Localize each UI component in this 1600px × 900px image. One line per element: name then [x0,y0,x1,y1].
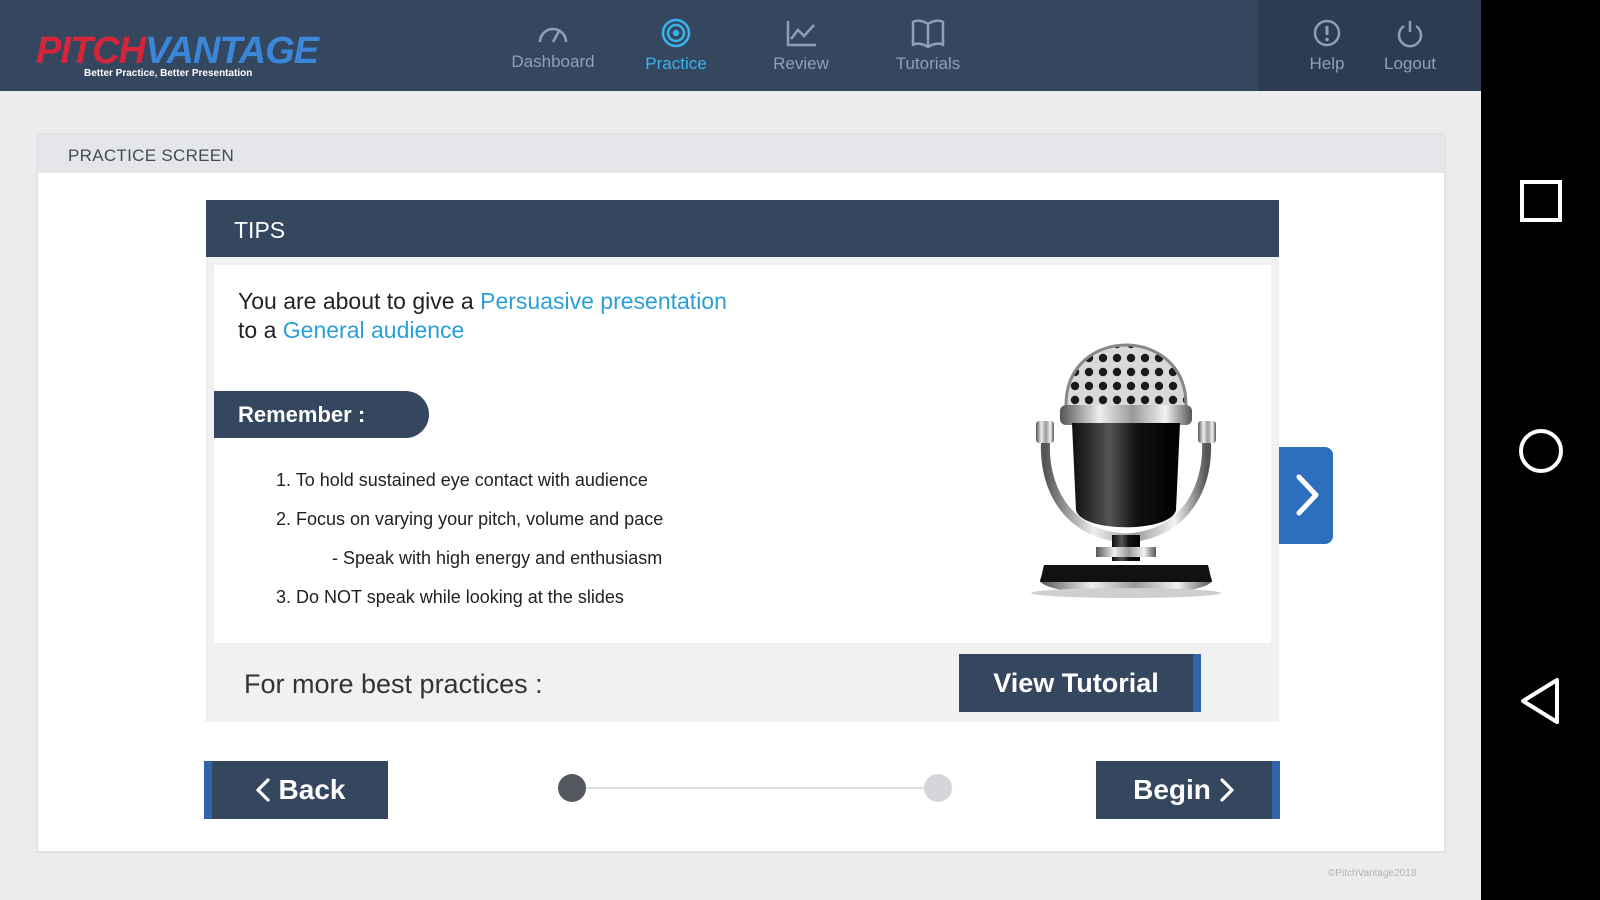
line-chart-icon [786,21,816,47]
back-triangle-icon [1521,678,1559,724]
gauge-icon [538,27,568,43]
logo-word-vantage: VANTAGE [145,30,319,72]
list-subitem: - Speak with high energy and enthusiasm [332,548,663,568]
view-tutorial-button[interactable]: View Tutorial [959,654,1201,712]
chevron-right-icon [1220,778,1234,802]
target-icon [661,18,691,48]
nav-review-label: Review [773,54,829,73]
system-back-button[interactable] [1513,673,1569,729]
top-navigation-bar: PITCHVANTAGE Better Practice, Better Pre… [0,0,1481,91]
chevron-left-icon [255,778,270,802]
nav-logout[interactable]: Logout [1355,18,1465,82]
recents-square-icon [1520,180,1562,222]
tips-list: 1. To hold sustained eye contact with au… [276,470,663,626]
nav-dashboard[interactable]: Dashboard [498,18,608,82]
list-item: 1. To hold sustained eye contact with au… [276,470,648,490]
tips-panel: You are about to give a Persuasive prese… [206,257,1279,722]
recents-button[interactable] [1513,173,1569,229]
card-header: PRACTICE SCREEN [38,135,1444,173]
presentation-intro: You are about to give a Persuasive prese… [238,287,727,345]
pitchvantage-logo[interactable]: PITCHVANTAGE Better Practice, Better Pre… [36,12,319,84]
back-button-content: Back [212,761,388,819]
app-window: PITCHVANTAGE Better Practice, Better Pre… [0,0,1481,900]
begin-button-content: Begin [1096,761,1272,819]
tips-header: TIPS [206,200,1279,257]
home-button[interactable] [1513,423,1569,479]
step-progress-track [572,787,938,789]
logo-word-pitch: PITCH [36,30,146,72]
more-practices-label: For more best practices : [244,669,543,699]
logo-wordmark: PITCHVANTAGE [36,30,319,73]
nav-tutorials-label: Tutorials [895,54,961,73]
nav-logout-label: Logout [1384,54,1436,73]
remember-label: Remember : [238,402,366,427]
step-indicator-next [924,774,952,802]
home-circle-icon [1519,429,1563,473]
copyright-text: ©PitchVantage2018 [1328,868,1417,879]
audience-type: General audience [282,317,465,343]
nav-review[interactable]: Review [746,18,856,82]
list-item: 3. Do NOT speak while looking at the sli… [276,587,624,607]
nav-tutorials[interactable]: Tutorials [873,18,983,82]
logo-tagline: Better Practice, Better Presentation [84,68,253,79]
back-button-label: Back [278,774,346,805]
nav-practice[interactable]: Practice [621,18,731,82]
begin-button-label: Begin [1133,774,1211,805]
chevron-right-icon [1296,474,1319,516]
step-indicator-current [558,774,586,802]
tips-content: You are about to give a Persuasive prese… [214,265,1271,643]
tips-title: TIPS [234,217,286,243]
microphone-illustration [1031,343,1221,598]
begin-button[interactable]: Begin [1096,761,1280,819]
intro-line-1: You are about to give a Persuasive prese… [238,287,727,316]
intro-prefix-2: to a [238,317,277,343]
power-icon [1397,21,1423,48]
intro-prefix-1: You are about to give a [238,288,474,314]
info-icon [1313,19,1341,47]
remember-label-tag: Remember : [214,391,429,438]
practice-card: PRACTICE SCREEN TIPS You are about to gi… [36,133,1446,853]
page-title: PRACTICE SCREEN [68,146,235,165]
nav-practice-label: Practice [645,54,707,73]
intro-line-2: to a General audience [238,316,727,345]
book-icon [911,19,945,48]
list-item: 2. Focus on varying your pitch, volume a… [276,509,664,529]
back-button[interactable]: Back [204,761,388,819]
android-navigation-bar [1481,0,1600,900]
next-tip-button[interactable] [1279,447,1333,544]
nav-dashboard-label: Dashboard [511,52,595,71]
presentation-type: Persuasive presentation [480,288,727,314]
